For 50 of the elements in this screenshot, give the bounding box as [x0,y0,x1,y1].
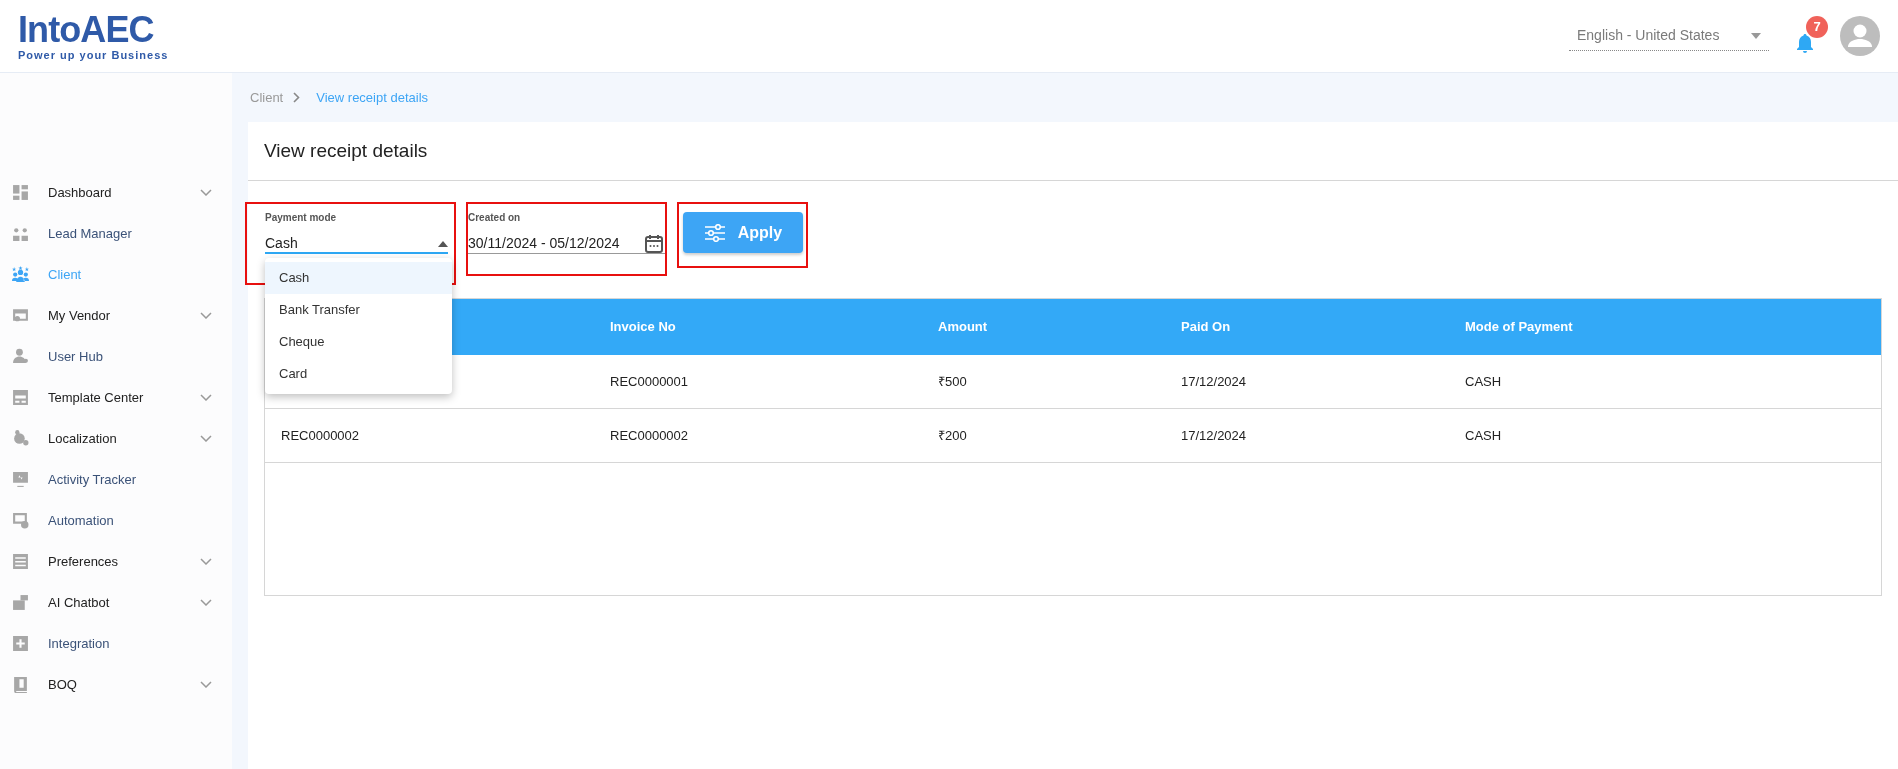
bell-icon [1796,34,1814,54]
table-cell: CASH [1465,373,1502,389]
filter-icon [703,223,726,242]
table-cell: ₹500 [938,373,967,389]
sidebar-item[interactable]: Localization [0,418,232,459]
sidebar-item[interactable]: My Vendor [0,295,232,336]
window-icon [12,307,29,324]
sidebar-item[interactable]: Dashboard [0,172,232,213]
language-value: English - United States [1577,26,1720,45]
sidebar-item[interactable]: User Hub [0,336,232,377]
sidebar-item[interactable]: Automation [0,500,232,541]
dropdown-option[interactable]: Bank Transfer [265,294,452,326]
sidebar-item[interactable]: Template Center [0,377,232,418]
table-cell: REC0000002 [281,427,360,443]
table-cell: 17/12/2024 [1181,427,1247,443]
plus-icon [12,635,29,652]
table-cell: REC0000002 [610,427,689,443]
layout-icon [12,389,29,406]
brand-tagline: Power up your Business [18,49,169,61]
dropdown-option[interactable]: Card [265,358,452,390]
brand-text: IntoAEC [18,11,155,48]
language-select[interactable]: English - United States [1569,21,1769,51]
group-icon [12,266,29,283]
table-cell: ₹200 [938,427,967,443]
sidebar-item[interactable]: Lead Manager [0,213,232,254]
monitor-icon [12,471,29,488]
dropdown-option[interactable]: Cash [265,262,452,294]
dropdown-option[interactable]: Cheque [265,326,452,358]
caret-icon [1751,32,1761,39]
page-title: View receipt details [264,138,428,163]
breadcrumb-current: View receipt details [316,88,428,107]
sidebar-item[interactable]: Activity Tracker [0,459,232,500]
table-cell: 17/12/2024 [1181,373,1247,389]
sidebar-item[interactable]: AI Chatbot [0,582,232,623]
people-icon [12,225,29,242]
sidebar-item[interactable]: BOQ [0,664,232,705]
table-cell: REC0000001 [610,373,689,389]
date-range-field[interactable]: Created on 30/11/2024 - 05/12/2024 [468,210,665,254]
notification-count: 7 [1806,16,1828,38]
payment-mode-select[interactable]: Payment mode Cash [265,210,448,254]
person-icon [12,348,29,365]
avatar-icon[interactable] [1840,16,1880,56]
table-cell: CASH [1465,427,1502,443]
brand-logo[interactable]: IntoAEC Power up your Business [18,11,169,61]
chevron-right-icon [293,92,301,103]
grid-icon [12,184,29,201]
sidebar-item[interactable]: Integration [0,623,232,664]
calendar-icon [645,234,663,253]
book-icon [12,676,29,693]
sidebar-item[interactable]: Preferences [0,541,232,582]
